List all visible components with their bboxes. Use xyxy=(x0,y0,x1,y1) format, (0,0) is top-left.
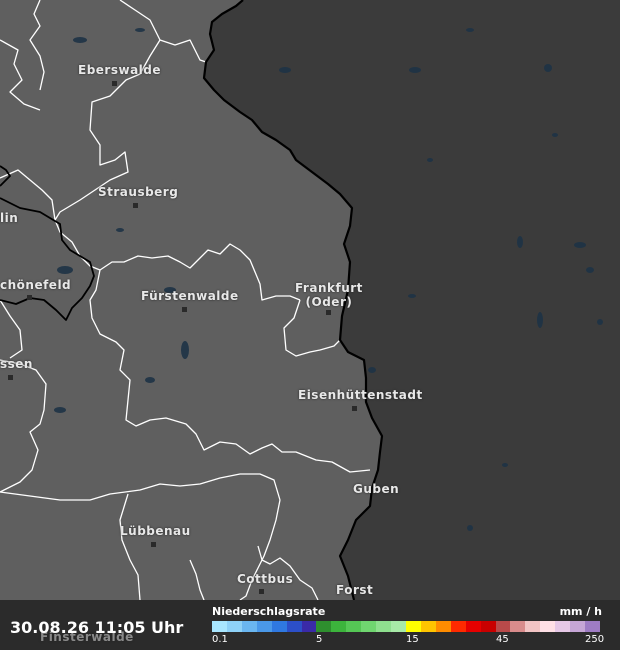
legend-swatch-12 xyxy=(391,621,406,632)
legend-swatch-11 xyxy=(376,621,392,632)
legend-swatch-7 xyxy=(316,621,332,632)
city-marker-eisenhuettenstadt xyxy=(352,406,357,411)
legend-swatch-16 xyxy=(450,621,466,632)
city-marker-luebbenau xyxy=(151,542,156,547)
city-label-strausberg: Strausberg xyxy=(98,185,179,199)
legend-color-scale xyxy=(212,621,600,632)
city-marker-beeskow xyxy=(8,375,13,380)
legend-swatch-2 xyxy=(241,621,257,632)
city-marker-strausberg xyxy=(133,203,138,208)
map-canvas[interactable] xyxy=(0,0,620,650)
legend-swatch-5 xyxy=(286,621,302,632)
city-label-luebbenau: Lübbenau xyxy=(120,524,191,538)
city-label-schoenefeld: chönefeld xyxy=(0,278,72,292)
city-marker-schoenefeld xyxy=(27,295,32,300)
legend-unit: mm / h xyxy=(559,605,602,618)
legend-swatch-19 xyxy=(495,621,511,632)
legend-title: Niederschlagsrate xyxy=(212,605,326,618)
city-label-guben: Guben xyxy=(353,482,400,496)
city-marker-frankfurt xyxy=(326,310,331,315)
city-label-eberswalde: Eberswalde xyxy=(78,63,162,77)
legend-swatch-14 xyxy=(420,621,436,632)
city-label-beeskow: ssen xyxy=(0,357,33,371)
legend-swatch-9 xyxy=(346,621,362,632)
legend-swatch-4 xyxy=(271,621,287,632)
legend-swatch-18 xyxy=(480,621,496,632)
legend-tick-4: 250 xyxy=(585,634,605,645)
legend-swatch-17 xyxy=(465,621,481,632)
legend-swatch-13 xyxy=(405,621,421,632)
legend-tick-0: 0.1 xyxy=(212,634,228,645)
legend-swatch-0 xyxy=(212,621,227,632)
legend-swatch-24 xyxy=(570,621,586,632)
legend-swatch-20 xyxy=(510,621,526,632)
legend-tick-3: 45 xyxy=(496,634,509,645)
legend-swatch-15 xyxy=(435,621,451,632)
legend-tick-1: 5 xyxy=(316,634,323,645)
city-label-eisenhuettenstadt: Eisenhüttenstadt xyxy=(298,388,423,402)
city-marker-eberswalde xyxy=(112,81,117,86)
legend-swatch-23 xyxy=(555,621,571,632)
legend-swatch-6 xyxy=(301,621,317,632)
legend-swatch-1 xyxy=(226,621,242,632)
legend-swatch-3 xyxy=(256,621,272,632)
city-marker-cottbus xyxy=(259,589,264,594)
legend-swatch-22 xyxy=(540,621,556,632)
legend-tick-2: 15 xyxy=(406,634,419,645)
city-label-berlin: lin xyxy=(0,211,19,225)
legend-swatch-8 xyxy=(331,621,347,632)
legend-swatch-21 xyxy=(525,621,541,632)
legend-swatch-25 xyxy=(585,621,600,632)
city-label-fuerstenwalde: Fürstenwalde xyxy=(141,289,239,303)
city-marker-fuerstenwalde xyxy=(182,307,187,312)
city-label-forst: Forst xyxy=(336,583,374,597)
timestamp: 30.08.26 11:05 Uhr xyxy=(10,618,184,637)
city-label-frankfurt: Frankfurt (Oder) xyxy=(295,281,363,309)
city-label-cottbus: Cottbus xyxy=(237,572,294,586)
legend-swatch-10 xyxy=(361,621,377,632)
